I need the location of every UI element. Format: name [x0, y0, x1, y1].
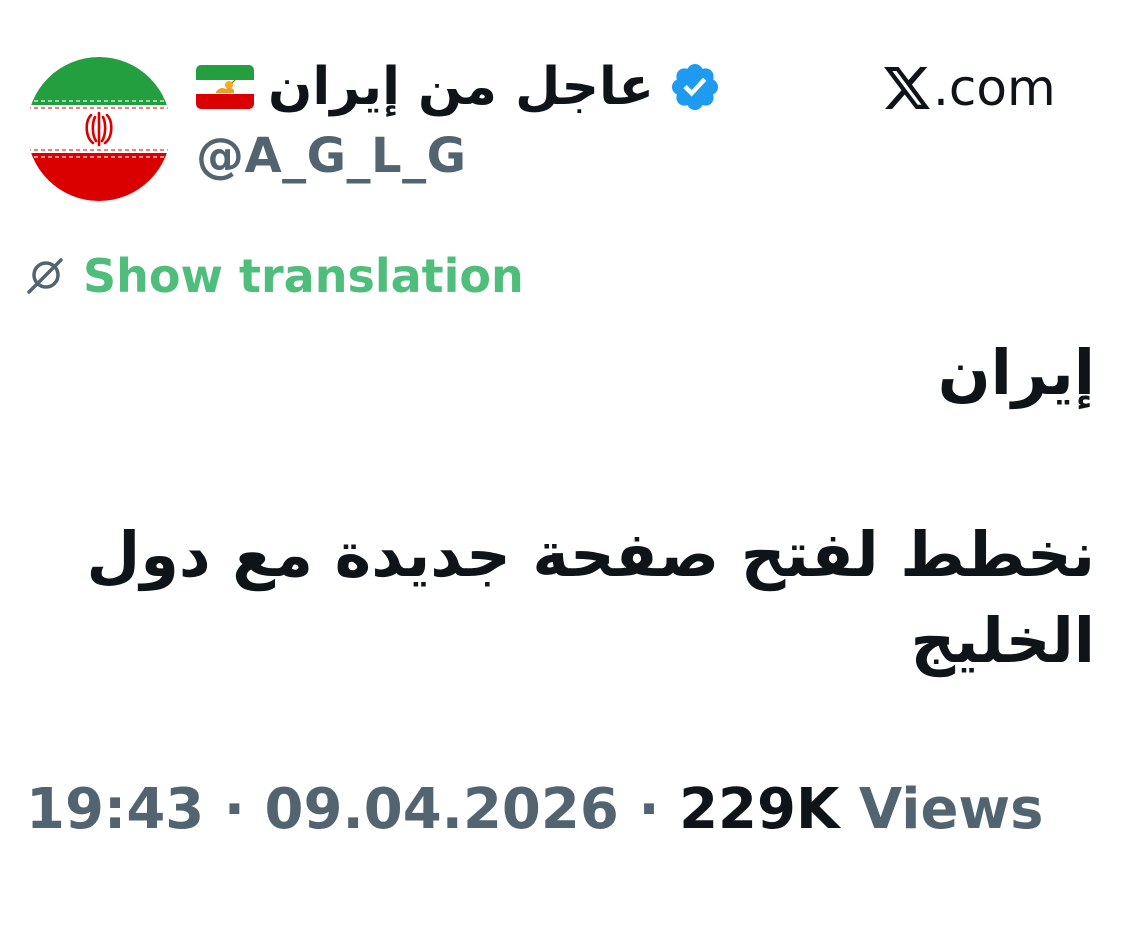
tweet-meta: 19:43 · 09.04.2026 · 229K Views: [26, 778, 1044, 842]
meta-separator: ·: [638, 777, 660, 842]
views-count[interactable]: 229K: [679, 777, 839, 842]
brand-domain: .com: [933, 59, 1056, 117]
x-com-brand: .com: [884, 58, 1056, 118]
tweet-text: إيران نخطط لفتح صفحة جديدة مع دول الخليج: [40, 330, 1095, 684]
iran-flag-avatar-image: [27, 57, 171, 201]
tweet-line-1: إيران: [937, 336, 1095, 409]
show-translation-link[interactable]: Show translation: [83, 253, 524, 299]
tweet-line-2: نخطط لفتح صفحة جديدة مع دول الخليج: [86, 518, 1095, 677]
translate-globe-icon: [27, 258, 63, 294]
x-logo-icon: [884, 67, 930, 109]
user-handle[interactable]: @A_G_L_G: [196, 132, 467, 180]
tweet-date[interactable]: 09.04.2026: [265, 777, 619, 842]
show-translation[interactable]: Show translation: [25, 248, 524, 304]
name-row: عاجل من إيران: [196, 52, 722, 122]
display-name[interactable]: عاجل من إيران: [268, 61, 654, 113]
verified-badge-icon[interactable]: [668, 60, 722, 114]
views-label: Views: [858, 777, 1044, 842]
avatar[interactable]: [27, 57, 171, 201]
meta-separator: ·: [223, 777, 246, 842]
iran-lion-and-sun-flag-icon: [196, 65, 254, 109]
tweet-time[interactable]: 19:43: [26, 777, 204, 842]
